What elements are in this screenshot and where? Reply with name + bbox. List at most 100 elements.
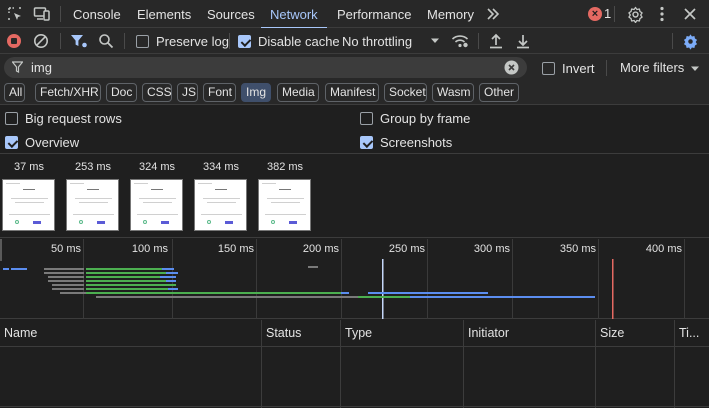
column-name-cells (0, 347, 262, 408)
close-icon[interactable] (680, 4, 700, 24)
screenshots-box[interactable] (360, 136, 373, 149)
device-toolbar-icon[interactable] (32, 4, 52, 24)
screenshot-time: 253 ms (74, 161, 112, 173)
error-counter[interactable]: × 1 (588, 6, 611, 21)
column-status[interactable]: Status (262, 320, 341, 347)
settings-gear-icon[interactable] (625, 4, 645, 24)
overview-bar (52, 288, 84, 290)
overview-bar (166, 272, 178, 274)
chip-socket[interactable]: Socket (384, 83, 427, 102)
overview-checkbox[interactable]: Overview (5, 135, 79, 150)
tab-elements[interactable]: Elements (137, 0, 191, 28)
network-overview[interactable]: 50 ms 100 ms 150 ms 200 ms 250 ms 300 ms… (0, 239, 709, 319)
overview-box[interactable] (5, 136, 18, 149)
screenshot-time: 37 ms (14, 161, 44, 173)
column-time[interactable]: Ti... (675, 320, 709, 347)
preserve-log-checkbox[interactable]: Preserve log (136, 34, 229, 49)
column-status-cells (262, 347, 341, 408)
invert-checkbox[interactable]: Invert (542, 61, 595, 76)
record-stop-icon[interactable] (4, 31, 24, 51)
chip-media[interactable]: Media (277, 83, 319, 102)
screenshot-thumbnail[interactable] (66, 179, 119, 231)
import-har-icon[interactable] (486, 31, 506, 51)
big-request-rows-box[interactable] (5, 112, 18, 125)
network-options: Big request rows Group by frame Overview… (0, 105, 709, 154)
column-type[interactable]: Type (341, 320, 464, 347)
table-bottom-border (0, 406, 709, 407)
filter-funnel-icon (11, 61, 24, 76)
preserve-log-label: Preserve log (156, 34, 229, 49)
overview-bar (86, 268, 162, 270)
clear-filter-icon[interactable] (504, 60, 519, 78)
column-initiator[interactable]: Initiator (464, 320, 596, 347)
chip-wasm[interactable]: Wasm (432, 83, 474, 102)
invert-box[interactable] (542, 62, 555, 75)
error-icon: × (588, 6, 602, 21)
filter-field[interactable] (4, 57, 527, 78)
search-icon[interactable] (96, 31, 116, 51)
preserve-log-box[interactable] (136, 35, 149, 48)
more-tabs-icon[interactable] (483, 4, 503, 24)
column-type-cells (341, 347, 464, 408)
throttling-value: No throttling (342, 34, 413, 49)
network-toolbar: Preserve log Disable cache No throttling (0, 28, 709, 54)
chip-css[interactable]: CSS (142, 83, 172, 102)
tab-console[interactable]: Console (73, 0, 121, 28)
overview-bar (410, 296, 595, 298)
chip-manifest[interactable]: Manifest (325, 83, 379, 102)
filter-input[interactable] (31, 59, 501, 76)
toolbar-separator (60, 33, 61, 49)
chip-img[interactable]: Img (241, 83, 271, 102)
screenshot-time: 334 ms (202, 161, 240, 173)
screenshot-thumbnail[interactable] (130, 179, 183, 231)
chip-all[interactable]: All (4, 83, 25, 102)
screenshots-checkbox[interactable]: Screenshots (360, 135, 452, 150)
filter-icon[interactable] (69, 31, 89, 51)
overview-bar (44, 268, 84, 270)
column-name[interactable]: Name (0, 320, 262, 347)
chip-font[interactable]: Font (203, 83, 236, 102)
throttling-select[interactable]: No throttling (342, 34, 412, 49)
screenshot-thumbnail[interactable] (258, 179, 311, 231)
toolbar-separator (606, 60, 607, 76)
overview-waterfall (3, 259, 614, 319)
screenshots-strip: 37 ms 253 ms 324 ms 334 ms 382 ms (0, 154, 709, 238)
chip-js[interactable]: JS (177, 83, 198, 102)
overview-bar (52, 284, 84, 286)
network-settings-gear-icon[interactable] (680, 31, 700, 51)
chip-other[interactable]: Other (479, 83, 519, 102)
chip-doc[interactable]: Doc (106, 83, 137, 102)
disable-cache-box[interactable] (238, 35, 251, 48)
chip-fetch-xhr[interactable]: Fetch/XHR (35, 83, 101, 102)
more-filters-button[interactable]: More filters (620, 60, 700, 75)
overview-bar (11, 268, 27, 270)
inspect-element-icon[interactable] (5, 4, 25, 24)
overview-bar (358, 296, 364, 298)
tab-memory[interactable]: Memory (427, 0, 474, 28)
overview-bar (86, 288, 168, 290)
throttling-dropdown-icon[interactable] (425, 31, 445, 51)
screenshot-time: 382 ms (266, 161, 304, 173)
screenshots-label: Screenshots (380, 135, 453, 150)
export-har-icon[interactable] (513, 31, 533, 51)
disable-cache-checkbox[interactable]: Disable cache (238, 34, 340, 49)
overview-bar (86, 284, 176, 286)
group-by-frame-box[interactable] (360, 112, 373, 125)
clear-icon[interactable] (31, 31, 51, 51)
overview-bar (86, 280, 166, 282)
screenshot-thumbnail[interactable] (2, 179, 55, 231)
tab-performance[interactable]: Performance (337, 0, 411, 28)
column-size[interactable]: Size (596, 320, 675, 347)
tab-network[interactable]: Network (261, 0, 327, 29)
tab-sources[interactable]: Sources (207, 0, 255, 28)
overview-label: Overview (25, 135, 80, 150)
more-options-icon[interactable] (652, 4, 672, 24)
screenshot-thumbnail[interactable] (194, 179, 247, 231)
wifi-conditions-icon[interactable] (450, 31, 470, 51)
overview-bar (364, 296, 410, 298)
requests-table-body (0, 347, 709, 408)
big-request-rows-checkbox[interactable]: Big request rows (5, 111, 122, 126)
group-by-frame-checkbox[interactable]: Group by frame (360, 111, 470, 126)
chevron-down-icon (690, 60, 700, 75)
overview-bar (162, 268, 174, 270)
